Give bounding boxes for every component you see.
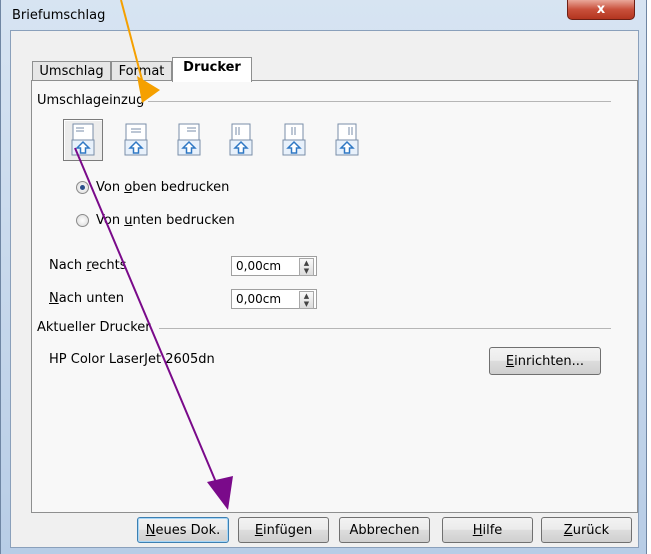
radio-print-from-top[interactable]: Von oben bedrucken (76, 180, 229, 195)
offset-right-value: 0,00cm (236, 259, 282, 273)
printer-group-label: Aktueller Drucker (37, 320, 155, 335)
feed-option-6-button[interactable] (327, 119, 367, 161)
feed-side-left-icon (229, 123, 253, 156)
feed-side-center-icon (282, 123, 306, 156)
feed-top-right-icon (177, 123, 201, 156)
back-button[interactable]: Zurück (541, 517, 632, 543)
feed-top-center-icon (124, 123, 148, 156)
offset-down-label: Nach unten (49, 291, 125, 306)
radio-unselected-indicator (76, 214, 89, 227)
printer-group-divider (159, 328, 611, 329)
setup-printer-button[interactable]: Einrichten... (489, 347, 601, 375)
help-label: Hilfe (472, 522, 503, 538)
radio-print-from-top-label: Von oben bedrucken (96, 180, 230, 195)
tab-format[interactable]: Format (111, 61, 172, 81)
dialog-client-area: Umschlag Format Drucker Umschlageinzug V… (10, 30, 639, 548)
spin-arrows-icon[interactable]: ▲ ▼ (299, 291, 314, 309)
new-document-button[interactable]: Neues Dok. (137, 517, 229, 543)
feed-option-4-button[interactable] (221, 119, 261, 161)
radio-print-from-bottom[interactable]: Von unten bedrucken (76, 213, 235, 228)
feed-option-1-button[interactable] (63, 119, 103, 161)
cancel-button[interactable]: Abbrechen (339, 517, 430, 543)
help-button[interactable]: Hilfe (442, 517, 533, 543)
feed-option-5-button[interactable] (274, 119, 314, 161)
dialog-window: Briefumschlag x Umschlag Format Drucker … (0, 0, 647, 554)
feed-side-right-icon (335, 123, 359, 156)
back-label: Zurück (563, 522, 610, 538)
new-document-label: Neues Dok. (145, 522, 221, 538)
tab-umschlag[interactable]: Umschlag (32, 61, 111, 81)
feed-group-divider (148, 101, 611, 102)
close-button[interactable]: x (567, 0, 635, 20)
feed-group-label: Umschlageinzug (37, 93, 149, 108)
close-icon: x (596, 2, 606, 17)
spin-arrows-icon[interactable]: ▲ ▼ (299, 258, 314, 276)
insert-label: Einfügen (254, 522, 313, 538)
insert-button[interactable]: Einfügen (238, 517, 329, 543)
window-title: Briefumschlag (12, 8, 106, 23)
offset-down-spinbox[interactable]: 0,00cm ▲ ▼ (231, 289, 317, 309)
offset-right-spinbox[interactable]: 0,00cm ▲ ▼ (231, 256, 317, 276)
setup-printer-label: Einrichten... (505, 353, 585, 369)
tab-drucker[interactable]: Drucker (172, 57, 252, 82)
radio-selected-indicator (76, 181, 89, 194)
printer-name: HP Color LaserJet 2605dn (49, 352, 215, 367)
title-bar[interactable]: Briefumschlag x (1, 0, 646, 30)
offset-down-value: 0,00cm (236, 292, 282, 306)
feed-option-3-button[interactable] (169, 119, 209, 161)
feed-top-left-icon (71, 123, 95, 156)
offset-right-label: Nach rechts (49, 258, 127, 273)
feed-option-2-button[interactable] (116, 119, 156, 161)
radio-print-from-bottom-label: Von unten bedrucken (96, 213, 235, 228)
